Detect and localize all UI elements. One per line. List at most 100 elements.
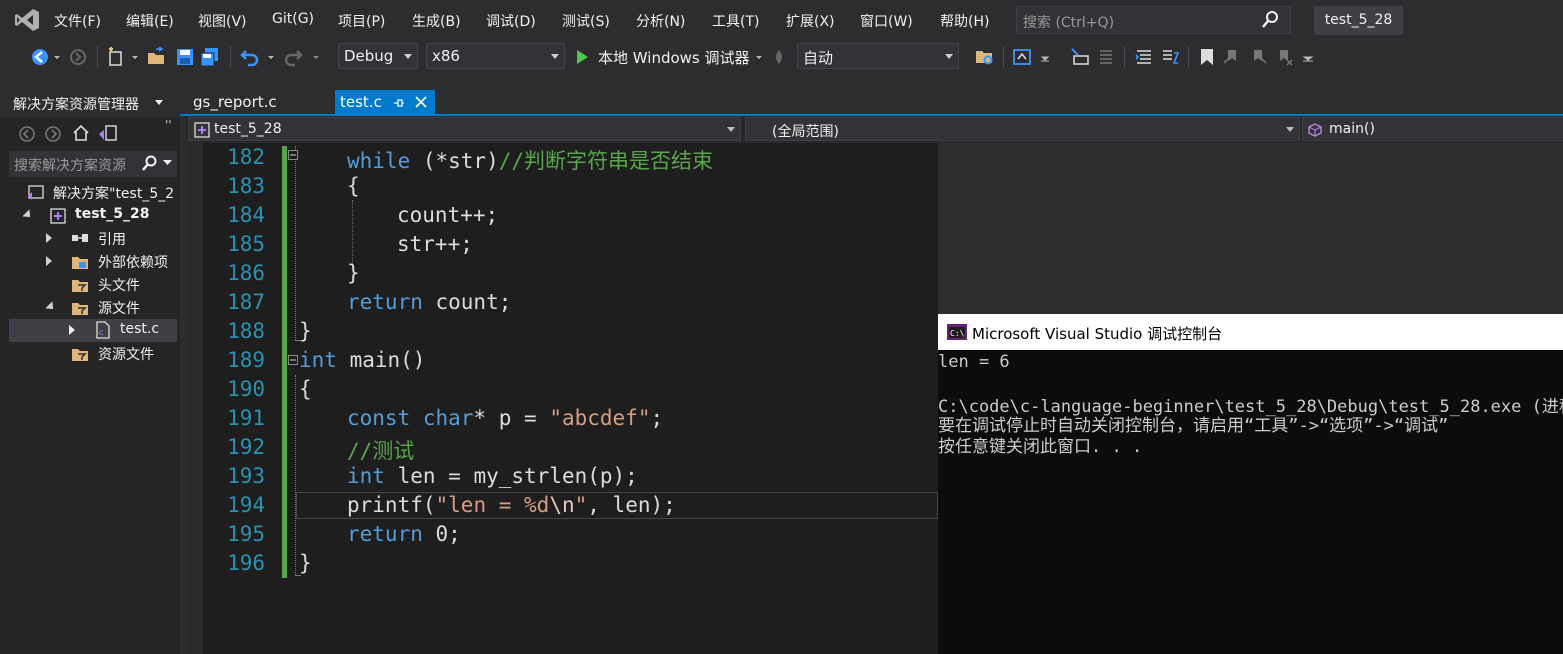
console-output-line: len = 6 — [938, 352, 1010, 372]
outline-guide — [295, 375, 297, 575]
chevron-down-icon[interactable] — [1040, 47, 1050, 67]
type-scope-dropdown[interactable]: (全局范围) — [745, 117, 1300, 141]
method-icon — [1308, 123, 1322, 137]
configuration-dropdown[interactable]: Debug — [338, 43, 418, 69]
menu-build[interactable]: 生成(B) — [412, 11, 461, 31]
code-line: int main() — [299, 348, 425, 372]
console-title-bar[interactable]: C:\ Microsoft Visual Studio 调试控制台 — [938, 314, 1563, 350]
string-literal: " — [574, 493, 588, 517]
solution-name-badge[interactable]: test_5_28 — [1314, 6, 1403, 35]
tree-item-test-c[interactable]: c test.c — [9, 319, 177, 342]
open-folder-icon[interactable] — [146, 47, 166, 67]
stack-frame-dropdown[interactable]: 自动 — [797, 43, 959, 69]
save-all-icon[interactable] — [200, 47, 220, 67]
navigate-back-icon[interactable] — [30, 47, 50, 67]
tree-item-solution[interactable]: 解决方案"test_5_2 — [9, 181, 177, 204]
tab-gs-report[interactable]: gs_report.c — [186, 90, 331, 115]
debug-console-window[interactable] — [938, 314, 1563, 654]
browser-icon[interactable] — [1012, 47, 1032, 67]
cpp-project-icon — [50, 208, 66, 224]
line-number: 192 — [227, 435, 265, 459]
collapsed-arrow-icon[interactable] — [46, 256, 52, 266]
tree-item-source-files[interactable]: 源文件 — [9, 296, 177, 319]
visual-studio-logo-icon[interactable] — [14, 8, 40, 32]
tree-item-external-dependencies[interactable]: 外部依赖项 — [9, 250, 177, 273]
chevron-down-icon[interactable] — [130, 47, 140, 67]
forward-icon[interactable] — [44, 125, 62, 143]
menu-debug[interactable]: 调试(D) — [486, 11, 536, 31]
menu-window[interactable]: 窗口(W) — [860, 11, 913, 31]
expanded-arrow-icon[interactable] — [22, 209, 34, 221]
expanded-arrow-icon[interactable] — [45, 301, 57, 313]
platform-dropdown[interactable]: x86 — [426, 43, 565, 69]
menu-analyze[interactable]: 分析(N) — [636, 11, 685, 31]
collapse-icon[interactable] — [288, 150, 298, 160]
switch-views-icon[interactable] — [98, 124, 118, 144]
search-input[interactable]: 搜索 (Ctrl+Q) — [1016, 6, 1291, 34]
redo-icon[interactable] — [283, 47, 303, 67]
comment: //判断字符串是否结束 — [498, 149, 714, 173]
hot-reload-icon[interactable] — [771, 47, 787, 67]
project-scope-dropdown[interactable]: test_5_28 — [188, 117, 741, 141]
comment-lines-icon[interactable] — [1134, 47, 1154, 67]
chevron-down-icon[interactable] — [754, 47, 764, 67]
tree-item-header-files[interactable]: 头文件 — [9, 273, 177, 296]
solution-search-input[interactable]: 搜索解决方案资源 — [9, 151, 177, 177]
menu-tools[interactable]: 工具(T) — [712, 11, 759, 31]
chevron-down-icon[interactable] — [52, 47, 62, 67]
step-over-icon[interactable] — [1096, 47, 1116, 67]
clear-bookmarks-icon[interactable] — [1274, 47, 1294, 67]
toolbar-separator — [97, 46, 98, 68]
chevron-down-icon[interactable] — [266, 47, 276, 67]
tree-item-references[interactable]: 引用 — [9, 227, 177, 250]
collapsed-arrow-icon[interactable] — [69, 325, 75, 335]
find-in-files-icon[interactable] — [975, 47, 995, 67]
menu-help[interactable]: 帮助(H) — [940, 11, 989, 31]
chevron-down-icon — [163, 160, 172, 165]
uncomment-lines-icon[interactable] — [1160, 47, 1180, 67]
toolbar-separator — [1188, 46, 1189, 68]
step-into-icon[interactable] — [1070, 47, 1090, 67]
collapse-icon[interactable] — [288, 355, 298, 365]
collapsed-arrow-icon[interactable] — [46, 233, 52, 243]
back-icon[interactable] — [18, 125, 36, 143]
chevron-down-icon[interactable] — [154, 99, 164, 107]
undo-icon[interactable] — [240, 47, 260, 67]
string-literal: "abcdef" — [549, 406, 651, 430]
menu-test[interactable]: 测试(S) — [562, 11, 610, 31]
bookmark-icon[interactable] — [1197, 47, 1217, 67]
overflow-icon[interactable]: '' — [165, 118, 172, 132]
menu-extensions[interactable]: 扩展(X) — [786, 11, 835, 31]
menu-project[interactable]: 项目(P) — [338, 11, 385, 31]
menu-git[interactable]: Git(G) — [272, 11, 314, 27]
previous-bookmark-icon[interactable] — [1222, 47, 1242, 67]
tree-item-label: 解决方案"test_5_2 — [53, 186, 175, 202]
pin-icon[interactable] — [393, 97, 405, 109]
member-dropdown[interactable]: main() — [1302, 117, 1563, 141]
start-debugger-button[interactable]: 本地 Windows 调试器 — [598, 47, 750, 68]
code-text: len = my_strlen(p); — [384, 464, 638, 488]
tree-item-resource-files[interactable]: 资源文件 — [9, 342, 177, 365]
home-icon[interactable] — [72, 124, 90, 142]
menu-file[interactable]: 文件(F) — [54, 11, 101, 31]
chevron-down-icon[interactable] — [311, 47, 321, 67]
tree-item-label: 源文件 — [98, 301, 140, 317]
navigate-forward-icon[interactable] — [68, 47, 88, 67]
save-icon[interactable] — [175, 47, 195, 67]
solution-explorer-title[interactable]: 解决方案资源管理器 — [13, 94, 139, 114]
line-number: 183 — [227, 174, 265, 198]
menu-edit[interactable]: 编辑(E) — [126, 11, 174, 31]
tree-item-label: test.c — [120, 321, 160, 337]
next-bookmark-icon[interactable] — [1248, 47, 1268, 67]
toolbar-overflow-icon[interactable] — [1302, 47, 1314, 67]
code-text: } — [299, 551, 312, 575]
tab-test-c[interactable]: test.c — [335, 90, 435, 115]
stack-frame-value: 自动 — [803, 49, 834, 67]
line-number: 189 — [227, 348, 265, 372]
play-icon[interactable] — [575, 47, 589, 67]
close-icon[interactable] — [415, 96, 427, 108]
new-project-icon[interactable] — [106, 47, 126, 67]
tree-item-project[interactable]: test_5_28 — [9, 204, 177, 227]
menu-view[interactable]: 视图(V) — [198, 11, 247, 31]
